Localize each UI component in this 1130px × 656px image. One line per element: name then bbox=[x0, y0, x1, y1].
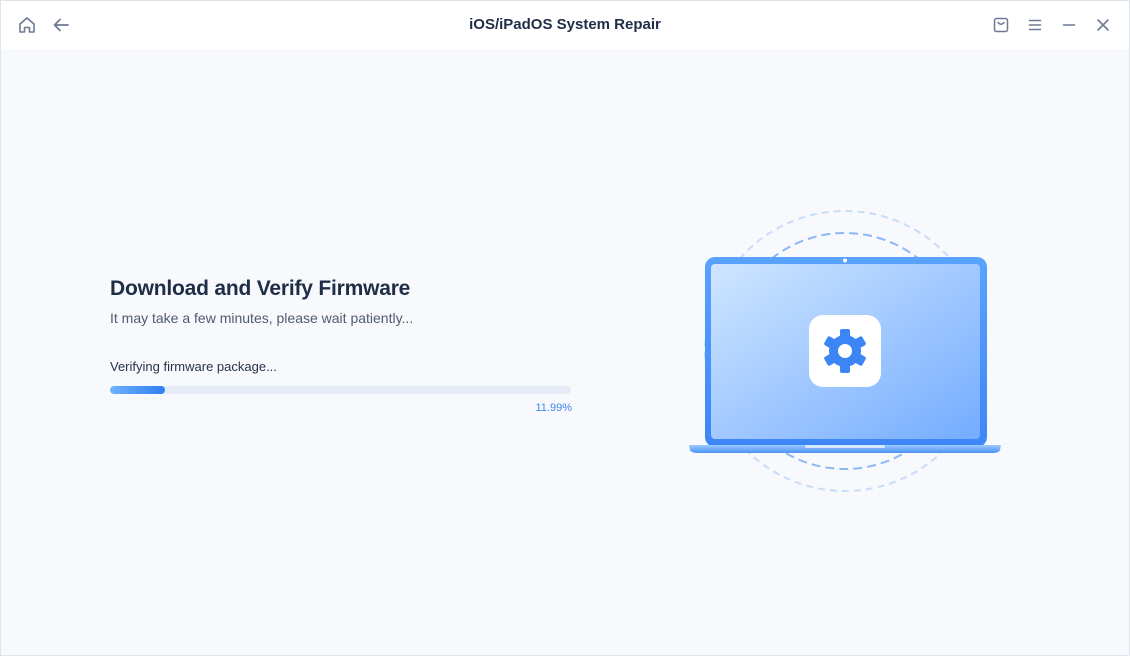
progress-bar bbox=[110, 386, 571, 394]
progress-panel: Download and Verify Firmware It may take… bbox=[110, 277, 572, 414]
status-text: Verifying firmware package... bbox=[110, 359, 277, 374]
minimize-icon bbox=[1061, 17, 1077, 33]
window-title: iOS/iPadOS System Repair bbox=[469, 16, 661, 33]
laptop-illustration bbox=[681, 201, 1011, 501]
title-bar: iOS/iPadOS System Repair bbox=[1, 1, 1129, 49]
menu-button[interactable] bbox=[1023, 13, 1047, 37]
close-icon bbox=[1095, 17, 1111, 33]
app-window: iOS/iPadOS System Repair Download and Ve… bbox=[0, 0, 1130, 656]
progress-bar-fill bbox=[110, 386, 166, 394]
close-button[interactable] bbox=[1091, 13, 1115, 37]
page-subtitle: It may take a few minutes, please wait p… bbox=[110, 310, 414, 326]
page-title: Download and Verify Firmware bbox=[110, 277, 411, 300]
feedback-icon bbox=[992, 16, 1010, 34]
minimize-button[interactable] bbox=[1057, 13, 1081, 37]
feedback-button[interactable] bbox=[989, 13, 1013, 37]
progress-percent: 11.99% bbox=[535, 402, 573, 414]
menu-icon bbox=[1027, 17, 1043, 33]
